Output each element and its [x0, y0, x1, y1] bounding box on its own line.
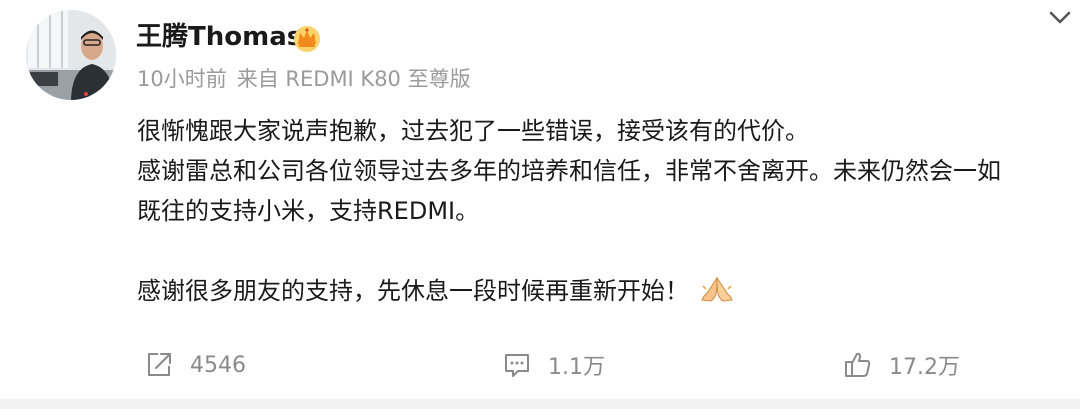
- like-button[interactable]: 17.2万: [843, 345, 960, 385]
- repost-count: 4546: [190, 352, 246, 378]
- avatar[interactable]: [26, 10, 116, 100]
- repost-button[interactable]: 4546: [144, 345, 246, 385]
- content-line-last: 感谢很多朋友的支持，先休息一段时候再重新开始！: [137, 271, 1072, 311]
- action-bar: 4546 1.1万 17.2万: [0, 345, 1080, 385]
- thumbs-up-icon: [845, 352, 871, 377]
- post-source[interactable]: 来自 REDMI K80 至尊版: [237, 67, 471, 91]
- post-meta: 10小时前 来自 REDMI K80 至尊版: [137, 64, 481, 94]
- content-line: 很惭愧跟大家说声抱歉，过去犯了一些错误，接受该有的代价。: [137, 117, 809, 145]
- comment-button[interactable]: 1.1万: [502, 345, 605, 385]
- repost-icon: [148, 353, 171, 376]
- divider: [0, 399, 1080, 409]
- content-line: 既往的支持小米，支持REDMI。: [137, 197, 480, 225]
- content-line: 感谢很多朋友的支持，先休息一段时候再重新开始！: [137, 277, 689, 305]
- praying-hands-icon: [701, 276, 733, 302]
- weibo-post: 王腾Thomas 10小时前 来自 REDMI K80 至尊版 很惭愧跟大家说声抱…: [0, 0, 1080, 409]
- comment-count: 1.1万: [548, 355, 605, 380]
- author-name[interactable]: 王腾Thomas: [136, 19, 302, 55]
- post-content: 很惭愧跟大家说声抱歉，过去犯了一些错误，接受该有的代价。 感谢雷总和公司各位领导…: [137, 111, 1072, 311]
- like-count: 17.2万: [889, 355, 960, 380]
- comment-icon: [505, 354, 529, 377]
- chevron-down-icon[interactable]: [1044, 6, 1076, 30]
- post-time: 10小时前: [137, 67, 227, 91]
- content-line: 感谢雷总和公司各位领导过去多年的培养和信任，非常不舍离开。未来仍然会一如: [137, 157, 1001, 185]
- crown-icon[interactable]: [291, 22, 323, 54]
